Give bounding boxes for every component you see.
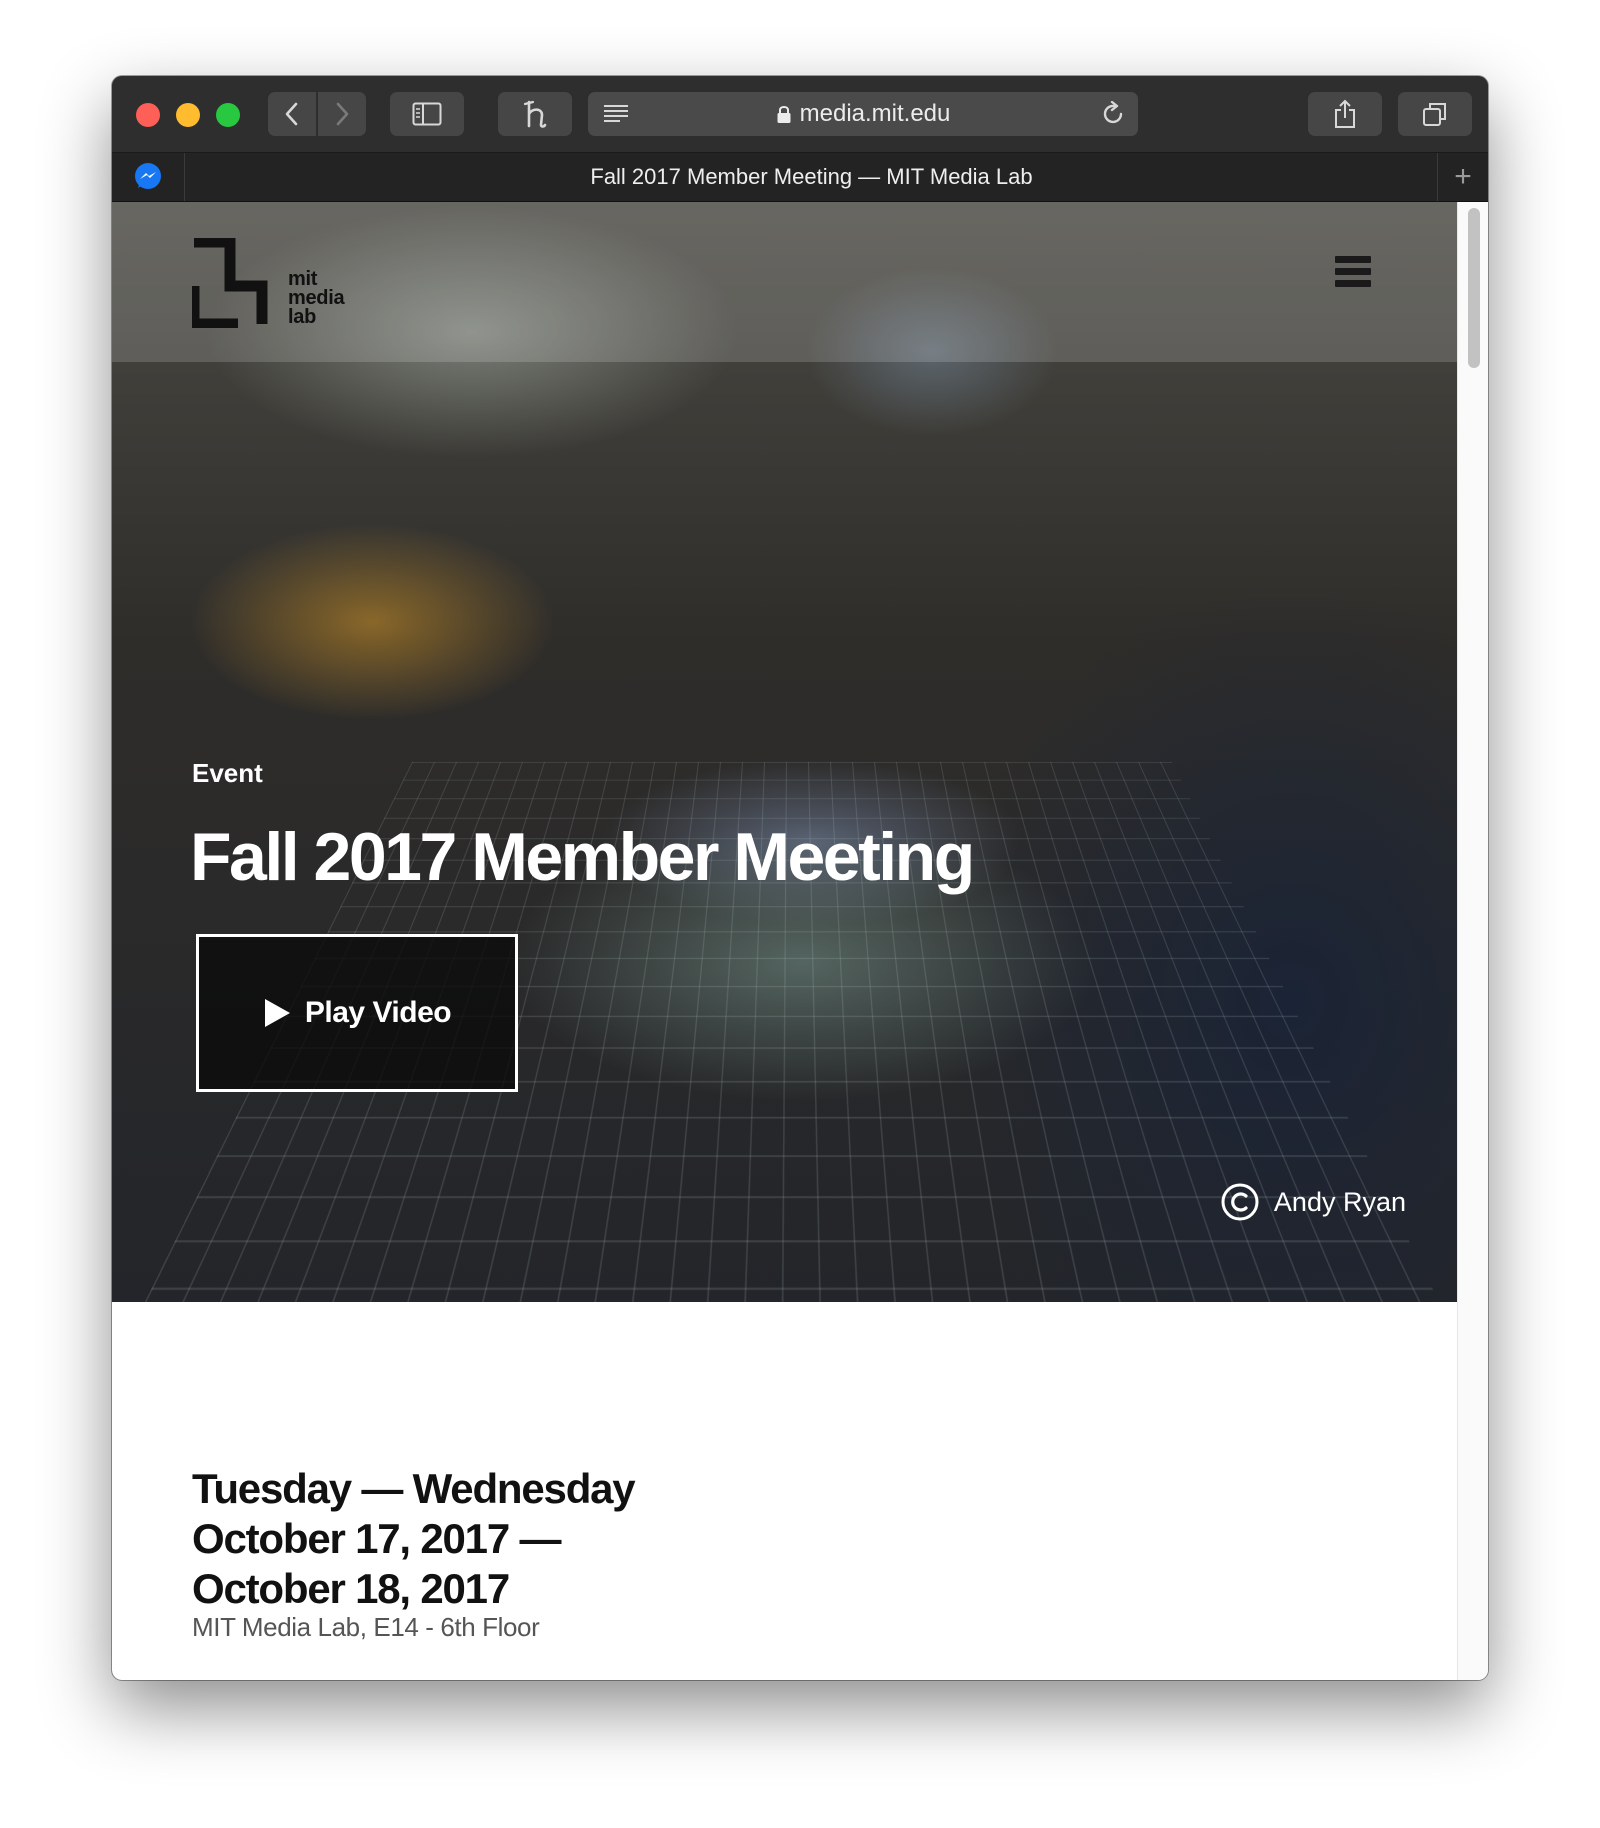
- plus-icon: +: [1454, 160, 1472, 193]
- url-display[interactable]: media.mit.edu: [588, 92, 1138, 136]
- active-tab[interactable]: Fall 2017 Member Meeting — MIT Media Lab: [185, 153, 1438, 201]
- sidebar-toggle-button[interactable]: [390, 92, 464, 136]
- tab-title-text: Fall 2017 Member Meeting — MIT Media Lab: [590, 164, 1033, 189]
- event-date-line-1: Tuesday — Wednesday: [192, 1465, 636, 1512]
- event-date-line-2: October 17, 2017 —: [192, 1515, 561, 1562]
- media-lab-logo-icon: [192, 238, 268, 328]
- forward-button[interactable]: [318, 92, 366, 136]
- site-logo[interactable]: mit media lab: [192, 238, 362, 328]
- maximize-window-button[interactable]: [216, 103, 240, 127]
- extension-button[interactable]: [498, 92, 572, 136]
- address-bar[interactable]: media.mit.edu: [588, 92, 1138, 136]
- url-text: media.mit.edu: [799, 100, 951, 127]
- tab-overview-button[interactable]: [1398, 92, 1472, 136]
- tab-bar: Fall 2017 Member Meeting — MIT Media Lab…: [112, 153, 1488, 202]
- back-button[interactable]: [268, 92, 316, 136]
- logo-line-3: lab: [288, 306, 316, 328]
- photo-credit: Andy Ryan: [1220, 1182, 1406, 1222]
- logo-wordmark: mit media lab: [288, 269, 345, 328]
- event-kicker: Event: [192, 758, 263, 788]
- scrollbar-thumb[interactable]: [1468, 208, 1480, 368]
- chevron-left-icon: [285, 102, 298, 126]
- scrollbar[interactable]: [1457, 202, 1488, 1680]
- hero-banner: mit media lab Event Fall 2017 Member Mee…: [112, 202, 1458, 1302]
- extension-h-icon: [523, 100, 547, 128]
- chevron-right-icon: [336, 102, 349, 126]
- browser-toolbar: media.mit.edu: [112, 76, 1488, 153]
- page-title: Fall 2017 Member Meeting: [190, 819, 975, 895]
- photo-credit-name: Andy Ryan: [1273, 1186, 1406, 1217]
- event-date-line-3: October 18, 2017: [192, 1565, 510, 1612]
- copyright-icon: [1221, 1183, 1259, 1221]
- reload-icon[interactable]: [1100, 101, 1126, 127]
- event-dates: Tuesday — Wednesday October 17, 2017 — O…: [192, 1464, 636, 1614]
- play-icon: [264, 999, 290, 1027]
- hamburger-menu-icon[interactable]: [1335, 256, 1371, 290]
- play-video-button[interactable]: Play Video: [196, 934, 518, 1092]
- minimize-window-button[interactable]: [176, 103, 200, 127]
- browser-window: media.mit.edu Fall 2017 Member Meeting —…: [112, 76, 1488, 1680]
- tabs-overview-icon: [1423, 103, 1446, 126]
- share-icon: [1335, 99, 1355, 128]
- pinned-tab-messenger[interactable]: [112, 153, 185, 201]
- share-button[interactable]: [1308, 92, 1382, 136]
- messenger-icon: [135, 163, 161, 189]
- play-video-label: Play Video: [304, 996, 452, 1029]
- event-location: MIT Media Lab, E14 - 6th Floor: [192, 1612, 540, 1642]
- sidebar-icon: [412, 102, 442, 126]
- lock-icon: [777, 106, 791, 123]
- page-viewport: mit media lab Event Fall 2017 Member Mee…: [112, 202, 1488, 1680]
- new-tab-button[interactable]: +: [1437, 153, 1488, 201]
- close-window-button[interactable]: [136, 103, 160, 127]
